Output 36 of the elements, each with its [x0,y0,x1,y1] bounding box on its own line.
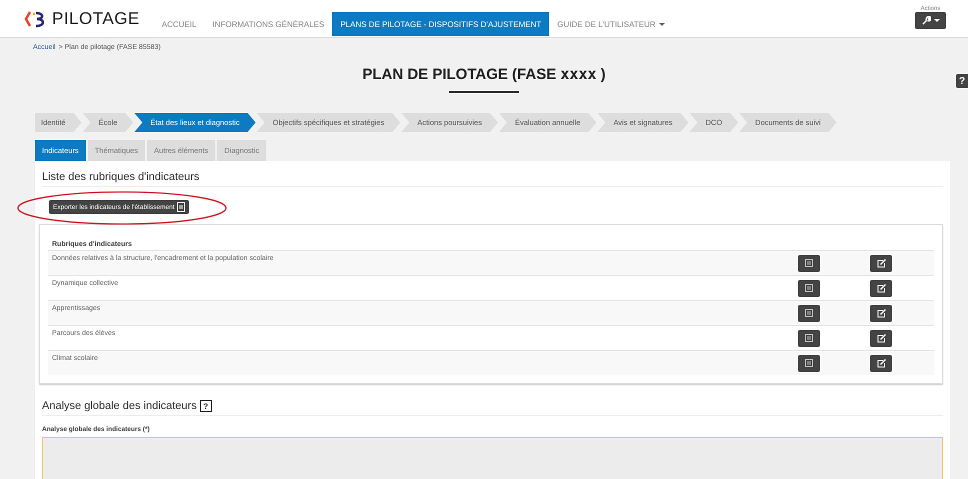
document-icon [176,202,185,212]
edit-icon [876,308,886,318]
caret-icon [934,19,940,22]
section-title: Liste des rubriques d'indicateurs [42,161,943,187]
edit-button[interactable] [870,280,892,296]
analysis-field[interactable] [42,437,943,479]
edit-icon [876,358,886,368]
help-button[interactable]: ? [200,400,212,412]
edit-button[interactable] [870,354,892,372]
view-button[interactable] [798,354,820,372]
edit-icon [876,258,886,268]
edit-button[interactable] [870,304,892,322]
logo-icon [24,10,46,28]
brand-name: PILOTAGE [52,8,140,28]
wrench-icon [922,16,930,25]
list-icon [805,284,813,292]
page-title: PLAN DE PILOTAGE (FASE xxxx ) [362,65,606,83]
view-button[interactable] [798,280,820,296]
list-icon [805,259,813,267]
nav-item[interactable]: ACCUEIL [154,12,204,36]
edit-button[interactable] [870,330,892,346]
edit-icon [876,334,886,342]
view-button[interactable] [798,330,820,346]
nav-item[interactable]: PLANS DE PILOTAGE - DISPOSITIFS D'AJUSTEMENT [332,12,550,36]
actions-button[interactable] [915,12,946,29]
list-icon [805,359,813,367]
section-title: Analyse globale des indicateurs [42,400,197,412]
nav-item[interactable]: INFORMATIONS GÉNÉRALES [204,12,332,36]
view-button[interactable] [798,254,820,272]
edit-icon [876,284,886,292]
edit-button[interactable] [870,254,892,272]
help-button[interactable]: ? [956,74,968,88]
view-button[interactable] [798,304,820,322]
list-icon [805,309,813,317]
nav-item[interactable]: GUIDE DE L'UTILISATEUR [549,12,673,36]
list-icon [805,334,813,342]
